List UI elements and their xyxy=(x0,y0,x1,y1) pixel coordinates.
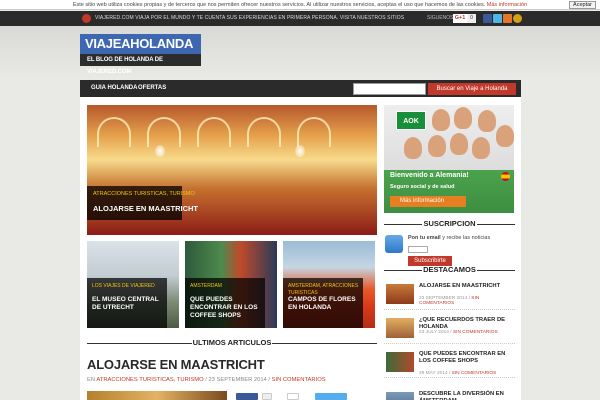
thumb-category[interactable]: AMSTERDAM xyxy=(190,283,262,290)
article-categories[interactable]: ATRACCIONES TURISTICAS, TURISMO xyxy=(96,377,203,383)
featured-item[interactable]: QUE PUEDES ENCONTRAR EN LOS COFFEE SHOPS… xyxy=(384,350,515,378)
hero-title[interactable]: ALOJARSE EN MAASTRICHT xyxy=(93,204,198,213)
thumb-card[interactable]: AMSTERDAM, ATRACCIONES TURISTICAS CAMPOS… xyxy=(283,241,375,328)
article-title[interactable]: ALOJARSE EN MAASTRICHT xyxy=(87,357,265,372)
viajered-logo-icon[interactable] xyxy=(82,14,91,23)
cookie-bar: Este sitio web utiliza cookies propias y… xyxy=(0,0,600,10)
topbar-text: Viajered.com viaja por el mundo y te cue… xyxy=(95,15,405,21)
search-input[interactable] xyxy=(353,83,426,95)
article-image[interactable] xyxy=(87,391,227,400)
ad-headline: Bienvenido a Alemania! xyxy=(390,172,469,179)
gplus-button[interactable]: G+1 xyxy=(453,14,467,23)
subscription-heading: SUSCRIPCION xyxy=(384,219,515,229)
gplus-share-button[interactable] xyxy=(287,393,299,400)
article-comments[interactable]: SIN COMENTARIOS xyxy=(272,377,326,383)
ad-banner[interactable]: AOK Bienvenido a Alemania! Seguro social… xyxy=(384,105,514,213)
ad-button[interactable]: Más información xyxy=(390,196,466,207)
featured-item[interactable]: ¿QUE RECUERDOS TRAER DE HOLANDA 23 JULY … xyxy=(384,316,515,344)
nav-item-ofertas[interactable]: OFERTAS xyxy=(138,80,166,97)
site-logo[interactable]: VIAJEAHOLANDA xyxy=(80,34,201,54)
article-meta: EN ATRACCIONES TURISTICAS, TURISMO / 23 … xyxy=(87,377,326,383)
top-bar: Viajered.com viaja por el mundo y te cue… xyxy=(0,11,600,26)
search-button[interactable]: Buscar en Viaje a Holanda xyxy=(428,83,516,95)
cookie-more-link[interactable]: Más información xyxy=(487,2,527,8)
aok-logo: AOK xyxy=(396,111,426,130)
thumb-category[interactable]: LOS VIAJES DE VIAJERED xyxy=(92,283,164,290)
like-count xyxy=(262,393,272,400)
main-nav: GUIA HOLANDA OFERTAS Buscar en Viaje a H… xyxy=(80,80,521,97)
rss-icon[interactable] xyxy=(503,14,512,23)
featured-item[interactable]: ALOJARSE EN MAASTRICHT 23 SEPTEMBER 2014… xyxy=(384,282,515,310)
email-subscribe-icon xyxy=(385,235,403,253)
cookie-accept-button[interactable]: Aceptar xyxy=(569,1,596,9)
thumb-card[interactable]: LOS VIAJES DE VIAJERED EL MUSEO CENTRAL … xyxy=(87,241,179,328)
thumb-category[interactable]: AMSTERDAM, ATRACCIONES TURISTICAS xyxy=(288,283,360,297)
thumb-title[interactable]: CAMPOS DE FLORES EN HOLANDA xyxy=(288,296,360,312)
hero-category[interactable]: ATRACCIONES TURISTICAS, TURISMO xyxy=(93,191,195,197)
featured-heading: DESTACAMOS xyxy=(384,265,515,275)
thumb-card[interactable]: AMSTERDAM QUE PUEDES ENCONTRAR EN LOS CO… xyxy=(185,241,277,328)
facebook-like-button[interactable] xyxy=(236,393,258,400)
thumb-title[interactable]: EL MUSEO CENTRAL DE UTRECHT xyxy=(92,296,164,312)
twitter-icon[interactable] xyxy=(493,14,502,23)
thumb-title[interactable]: QUE PUEDES ENCONTRAR EN LOS COFFEE SHOPS xyxy=(190,296,262,320)
gplus-count: 0 xyxy=(467,14,476,23)
latest-heading: ULTIMOS ARTICULOS xyxy=(87,338,377,348)
nav-item-guia-holanda[interactable]: GUIA HOLANDA xyxy=(91,80,137,97)
tweet-button[interactable] xyxy=(315,393,347,400)
cookie-text: Este sitio web utiliza cookies propias y… xyxy=(72,2,486,8)
spain-flag-icon xyxy=(501,172,510,181)
site-tagline: EL BLOG DE HOLANDA DE VIAJERED.COM xyxy=(80,54,201,75)
featured-item[interactable]: DESCUBRE LA DIVERSIÓN EN ÁMSTERDAM xyxy=(384,390,515,400)
email-icon[interactable] xyxy=(513,14,522,23)
subscription-text: Pon tu email y recibe las noticias xyxy=(408,235,491,241)
subscription-email-input[interactable] xyxy=(408,246,428,253)
facebook-icon[interactable] xyxy=(483,14,492,23)
ad-subline: Seguro social y de salud xyxy=(390,184,455,190)
